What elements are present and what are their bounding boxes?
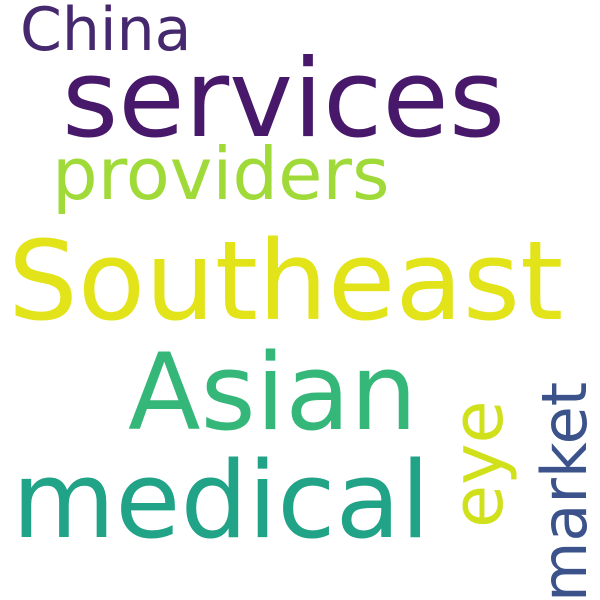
word-southeast: Southeast [8,217,564,345]
word-providers: providers [52,132,390,216]
word-medical: medical [12,439,430,562]
word-market: market [528,381,600,600]
word-asian: Asian [128,331,418,454]
word-eye: eye [437,400,519,528]
word-cloud: China services providers Southeast Asian… [0,0,600,600]
